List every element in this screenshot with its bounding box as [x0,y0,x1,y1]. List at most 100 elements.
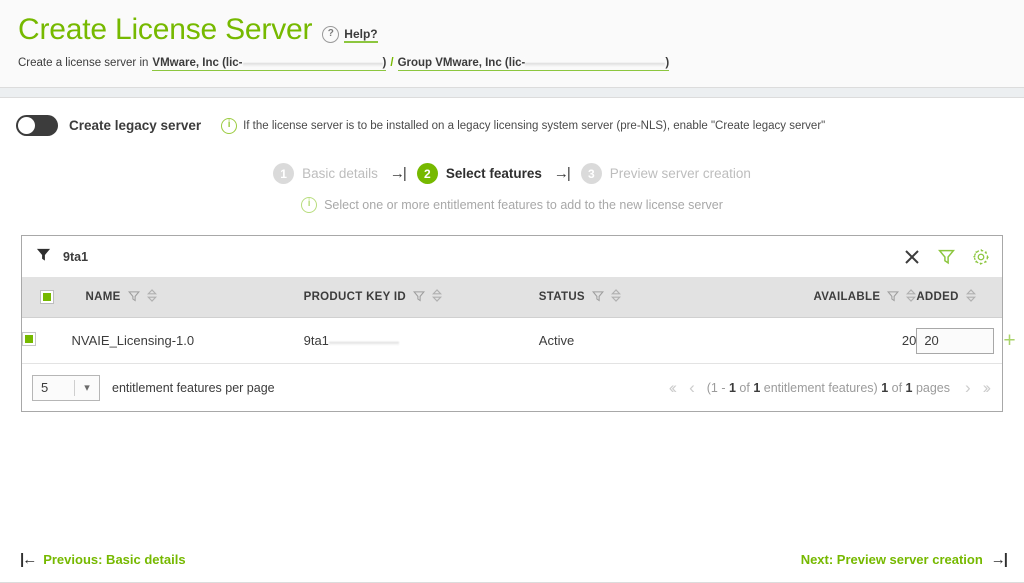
range-open: (1 - [707,381,729,395]
column-header-added[interactable]: ADDED [916,277,1002,318]
info-circle-icon: i [301,197,317,213]
cell-available: 20 [782,318,916,364]
features-table: 9ta1 [21,235,1003,412]
breadcrumb-group-close: ) [665,57,669,69]
page-size-select[interactable]: 5 ▾ [32,375,100,401]
wizard-footer-nav: |← Previous: Basic details Next: Preview… [0,552,1024,567]
chevron-down-icon: ▾ [75,381,99,394]
column-header-product-key-id[interactable]: PRODUCT KEY ID [304,277,539,318]
info-circle-icon: i [221,118,237,134]
wizard-steps: 1 Basic details →| 2 Select features →| … [0,163,1024,184]
plus-icon[interactable]: + [1003,330,1015,351]
redacted-org-id [243,58,383,67]
filter-funnel-icon[interactable] [938,248,955,265]
sort-arrows-icon[interactable] [966,289,976,305]
legacy-hint: i If the license server is to be install… [221,118,825,134]
filter-funnel-icon[interactable] [413,290,425,305]
cell-status: Active [539,318,782,364]
redacted-group-id [525,58,665,67]
double-chevron-right-icon[interactable]: ›› [983,379,988,396]
redacted-product-key-id [329,338,399,346]
step-number-badge: 3 [581,163,602,184]
help-group[interactable]: ? Help? [322,26,377,43]
question-circle-icon: ? [322,26,339,43]
select-all-header [22,277,72,318]
product-key-id-text: 9ta1 [304,333,329,348]
filter-bar-actions [903,248,990,266]
toggle-knob [18,117,35,134]
create-legacy-server-toggle[interactable] [16,115,58,136]
filter-value-text[interactable]: 9ta1 [63,250,903,264]
cell-product-key-id: 9ta1 [304,318,539,364]
filter-funnel-icon[interactable] [128,290,140,305]
column-header-name[interactable]: NAME [72,277,304,318]
added-quantity-input[interactable] [916,328,994,354]
range-of: of [736,381,753,395]
step-arrow-icon: →| [387,165,408,182]
step-label: Select features [446,166,542,181]
chevron-right-icon[interactable]: › [965,379,968,396]
step-label: Preview server creation [610,166,751,181]
page-header: Create License Server ? Help? Create a l… [0,0,1024,88]
next-step-link[interactable]: Next: Preview server creation →| [801,552,1006,567]
cell-name: NVAIE_Licensing-1.0 [72,318,304,364]
filter-funnel-icon [36,247,51,267]
wizard-step-preview-server-creation[interactable]: 3 Preview server creation [581,163,751,184]
filter-funnel-icon[interactable] [887,290,899,305]
sort-arrows-icon[interactable] [432,289,442,305]
page-size-label: entitlement features per page [112,381,275,395]
arrow-left-icon: |← [20,552,35,567]
step-arrow-icon: →| [551,165,572,182]
column-header-available[interactable]: AVAILABLE [782,277,916,318]
page-of: of [888,381,905,395]
close-x-icon[interactable] [903,248,921,266]
gear-icon[interactable] [972,248,990,266]
pages-word: pages [912,381,950,395]
main-panel: Create legacy server i If the license se… [0,97,1024,583]
table-pagination: 5 ▾ entitlement features per page ‹‹ ‹ (… [22,364,1002,411]
filter-funnel-icon[interactable] [592,290,604,305]
column-label: STATUS [539,291,585,303]
wizard-hint-text: Select one or more entitlement features … [324,198,723,212]
column-header-status[interactable]: STATUS [539,277,782,318]
create-legacy-server-label: Create legacy server [69,118,201,133]
breadcrumb: Create a license server in VMware, Inc (… [18,57,1024,71]
breadcrumb-prefix: Create a license server in [18,57,148,69]
wizard-step-select-features[interactable]: 2 Select features [417,163,542,184]
row-checkbox[interactable] [22,332,36,346]
breadcrumb-org[interactable]: VMware, Inc (lic-) [152,57,386,71]
legacy-server-row: Create legacy server i If the license se… [0,98,1024,136]
table-row[interactable]: NVAIE_Licensing-1.0 9ta1 Active 20 + [22,318,1002,364]
breadcrumb-org-close: ) [383,57,387,69]
wizard-step-basic-details[interactable]: 1 Basic details [273,163,378,184]
page-size-value: 5 [33,380,74,395]
table-header-row: NAME PRODUCT KEY ID [22,277,1002,318]
previous-step-link[interactable]: |← Previous: Basic details [20,552,186,567]
entitlement-features-grid: NAME PRODUCT KEY ID [22,277,1002,364]
breadcrumb-group-label: Group VMware, Inc (lic- [398,57,526,69]
sort-arrows-icon[interactable] [147,289,157,305]
cell-added: + [916,318,1002,364]
legacy-hint-text: If the license server is to be installed… [243,120,825,132]
sort-arrows-icon[interactable] [906,289,916,305]
column-label: NAME [86,291,121,303]
previous-step-label: Previous: Basic details [43,552,185,567]
sort-arrows-icon[interactable] [611,289,621,305]
step-number-badge: 1 [273,163,294,184]
breadcrumb-group[interactable]: Group VMware, Inc (lic-) [398,57,670,71]
select-all-checkbox[interactable] [40,290,54,304]
column-label: PRODUCT KEY ID [304,291,406,303]
row-select-cell [22,318,72,364]
title-row: Create License Server ? Help? [18,14,1024,46]
column-label: ADDED [916,291,958,303]
step-label: Basic details [302,166,378,181]
range-end: 1 [729,381,736,395]
double-chevron-left-icon[interactable]: ‹‹ [669,379,674,396]
pagination-controls: ‹‹ ‹ (1 - 1 of 1 entitlement features) 1… [669,379,988,396]
chevron-left-icon[interactable]: ‹ [689,379,692,396]
range-close: entitlement features) [760,381,877,395]
page-title: Create License Server [18,14,312,46]
help-link[interactable]: Help? [344,27,377,43]
wizard-hint: i Select one or more entitlement feature… [0,197,1024,213]
arrow-right-icon: →| [991,552,1006,567]
